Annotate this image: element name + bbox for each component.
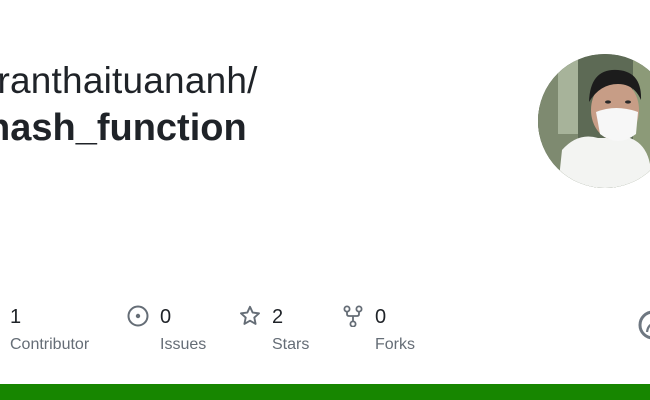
contributors-label: Contributor <box>10 336 90 353</box>
owner-avatar <box>538 54 650 188</box>
forks-label: Forks <box>375 336 415 353</box>
github-mark-icon <box>638 310 650 340</box>
repo-owner[interactable]: tranthaituananh/ <box>0 60 258 102</box>
language-bar-fill <box>0 384 650 400</box>
issues-count: 0 <box>160 306 172 328</box>
avatar-photo <box>538 54 650 188</box>
stars-count: 2 <box>272 306 284 328</box>
forks-count: 0 <box>375 306 387 328</box>
issue-opened-icon <box>127 305 149 327</box>
language-bar <box>0 384 650 400</box>
contributors-count: 1 <box>10 306 22 328</box>
repo-forked-icon <box>343 305 363 327</box>
repo-name[interactable]: hash_function <box>0 107 247 150</box>
issues-label: Issues <box>160 336 207 353</box>
stars-label: Stars <box>272 336 310 353</box>
star-icon <box>240 305 260 325</box>
